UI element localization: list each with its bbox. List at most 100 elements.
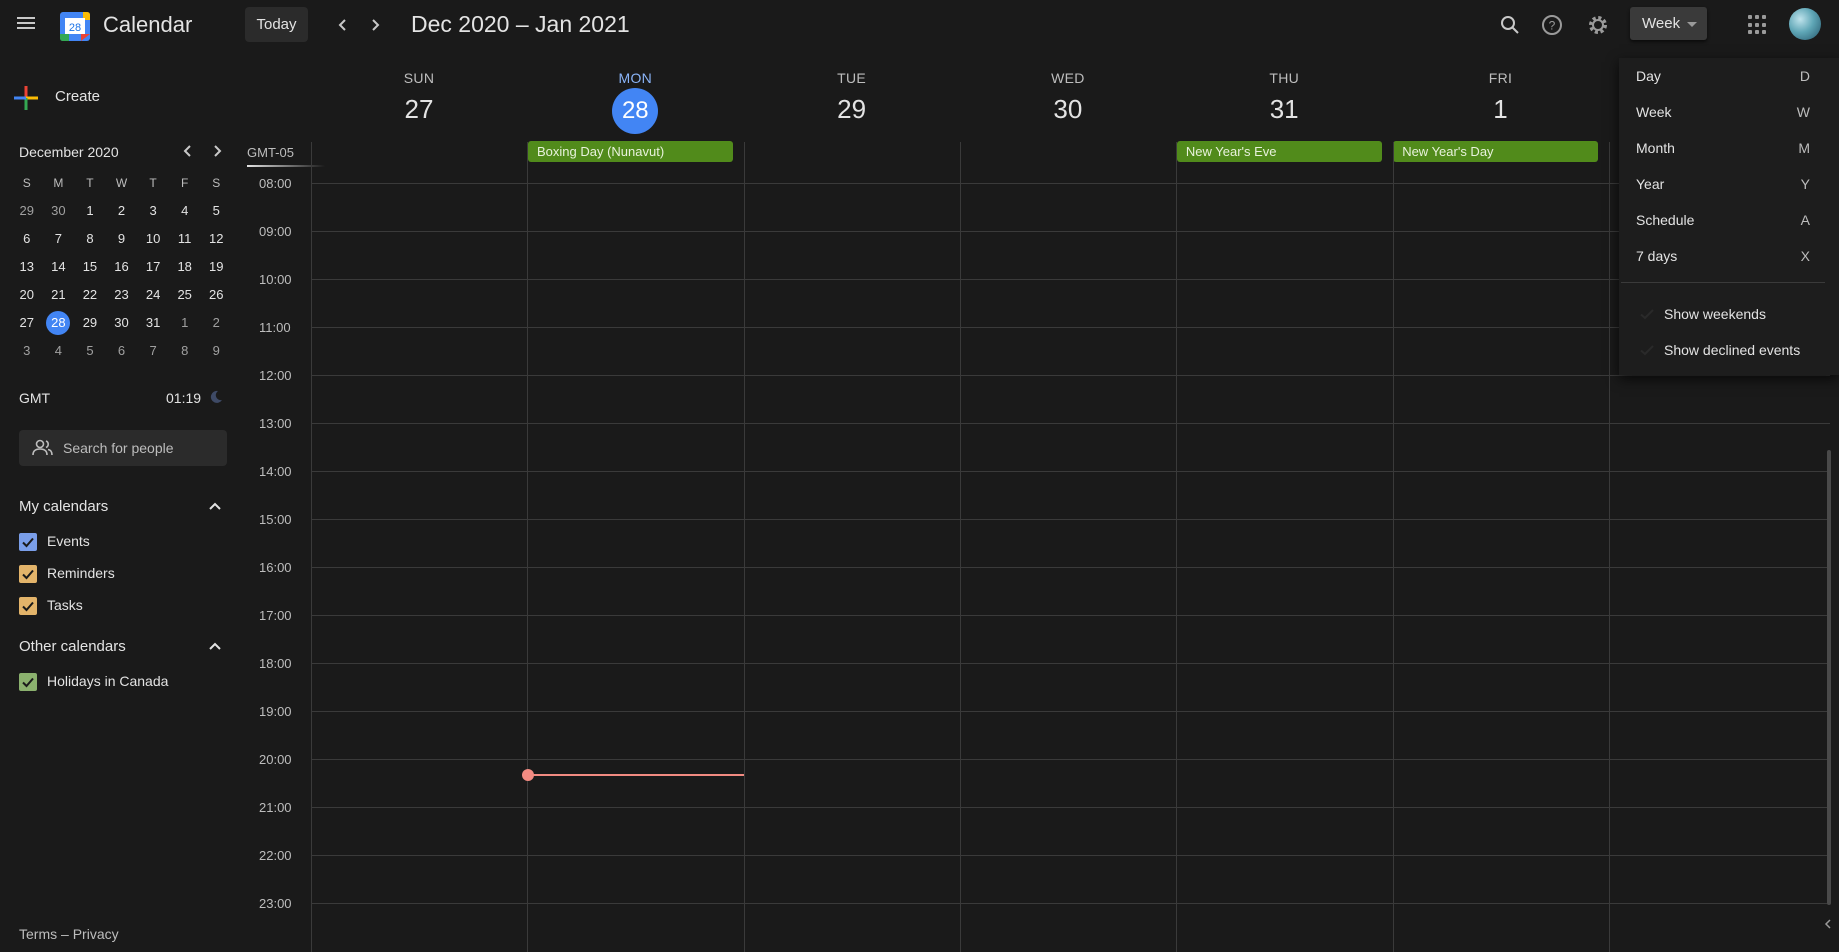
view-menu-item[interactable]: Month M bbox=[1619, 130, 1839, 166]
view-select-dropdown[interactable]: Week bbox=[1630, 7, 1707, 40]
day-header[interactable]: THU 31 bbox=[1176, 70, 1392, 125]
day-header-number[interactable]: 27 bbox=[311, 94, 527, 125]
mini-calendar-day[interactable]: 2 bbox=[106, 197, 138, 225]
mini-calendar-day[interactable]: 19 bbox=[200, 253, 232, 281]
checkbox-checked-icon[interactable] bbox=[19, 565, 37, 583]
chevron-right-icon[interactable] bbox=[363, 13, 387, 37]
mini-calendar-day[interactable]: 4 bbox=[43, 337, 75, 365]
day-column-divider bbox=[743, 142, 745, 952]
day-header[interactable]: TUE 29 bbox=[744, 70, 960, 125]
help-icon[interactable]: ? bbox=[1539, 12, 1565, 38]
mini-next-month-icon[interactable] bbox=[207, 141, 227, 161]
mini-calendar-day[interactable]: 17 bbox=[137, 253, 169, 281]
mini-calendar-day[interactable]: 1 bbox=[169, 309, 201, 337]
privacy-link[interactable]: Privacy bbox=[73, 926, 119, 942]
chevron-left-icon[interactable] bbox=[331, 13, 355, 37]
mini-calendar-day[interactable]: 23 bbox=[106, 281, 138, 309]
week-time-grid[interactable] bbox=[311, 142, 1830, 952]
mini-calendar-day[interactable]: 7 bbox=[43, 225, 75, 253]
mini-calendar-day[interactable]: 22 bbox=[74, 281, 106, 309]
mini-calendar-day[interactable]: 29 bbox=[11, 197, 43, 225]
mini-prev-month-icon[interactable] bbox=[178, 141, 198, 161]
mini-calendar-day[interactable]: 21 bbox=[43, 281, 75, 309]
day-header[interactable]: WED 30 bbox=[960, 70, 1176, 125]
mini-calendar-day[interactable]: 6 bbox=[11, 225, 43, 253]
main-menu-icon[interactable] bbox=[15, 14, 37, 36]
view-menu-item[interactable]: Day D bbox=[1619, 58, 1839, 94]
mini-calendar-day[interactable]: 3 bbox=[11, 337, 43, 365]
mini-calendar-day[interactable]: 26 bbox=[200, 281, 232, 309]
mini-calendar-day[interactable]: 25 bbox=[169, 281, 201, 309]
mini-calendar-day[interactable]: 28 bbox=[43, 309, 75, 337]
mini-calendar-day[interactable]: 5 bbox=[200, 197, 232, 225]
hour-gridline bbox=[311, 855, 1830, 856]
view-menu-toggle[interactable]: Show declined events bbox=[1619, 332, 1839, 368]
calendar-list-item[interactable]: Holidays in Canada bbox=[19, 672, 219, 692]
hour-gridline bbox=[311, 423, 1830, 424]
footer-links: Terms – Privacy bbox=[19, 926, 119, 942]
terms-link[interactable]: Terms bbox=[19, 926, 57, 942]
settings-gear-icon[interactable] bbox=[1585, 12, 1611, 38]
mini-calendar-day[interactable]: 8 bbox=[74, 225, 106, 253]
my-calendars-title[interactable]: My calendars bbox=[19, 498, 108, 515]
mini-calendar-day[interactable]: 3 bbox=[137, 197, 169, 225]
day-header-number[interactable]: 29 bbox=[744, 94, 960, 125]
mini-calendar-day[interactable]: 8 bbox=[169, 337, 201, 365]
mini-calendar-day[interactable]: 9 bbox=[106, 225, 138, 253]
mini-calendar-day[interactable]: 4 bbox=[169, 197, 201, 225]
mini-calendar-day[interactable]: 31 bbox=[137, 309, 169, 337]
day-header-number[interactable]: 30 bbox=[960, 94, 1176, 125]
mini-calendar-day[interactable]: 6 bbox=[106, 337, 138, 365]
today-button[interactable]: Today bbox=[245, 7, 308, 42]
day-header[interactable]: MON 28 bbox=[527, 70, 743, 134]
mini-calendar-day[interactable]: 24 bbox=[137, 281, 169, 309]
mini-calendar-day[interactable]: 12 bbox=[200, 225, 232, 253]
day-header-number[interactable]: 1 bbox=[1393, 94, 1609, 125]
chevron-up-icon[interactable] bbox=[207, 498, 223, 514]
chevron-left-icon[interactable] bbox=[1822, 916, 1834, 932]
chevron-up-icon[interactable] bbox=[207, 638, 223, 654]
day-header[interactable]: SUN 27 bbox=[311, 70, 527, 125]
day-header-number[interactable]: 31 bbox=[1176, 94, 1392, 125]
day-column-divider bbox=[1608, 142, 1610, 952]
checkbox-checked-icon[interactable] bbox=[19, 533, 37, 551]
mini-calendar-day[interactable]: 18 bbox=[169, 253, 201, 281]
mini-calendar-day[interactable]: 9 bbox=[200, 337, 232, 365]
calendar-list-item[interactable]: Reminders bbox=[19, 564, 219, 584]
mini-calendar-day[interactable]: 13 bbox=[11, 253, 43, 281]
mini-calendar-day[interactable]: 5 bbox=[74, 337, 106, 365]
day-header-dow: SUN bbox=[403, 70, 435, 86]
day-header[interactable]: FRI 1 bbox=[1393, 70, 1609, 125]
mini-calendar-day[interactable]: 20 bbox=[11, 281, 43, 309]
mini-calendar-day[interactable]: 2 bbox=[200, 309, 232, 337]
view-menu-item[interactable]: Year Y bbox=[1619, 166, 1839, 202]
view-menu-item[interactable]: Week W bbox=[1619, 94, 1839, 130]
other-calendars-title[interactable]: Other calendars bbox=[19, 638, 126, 655]
mini-calendar-day[interactable]: 29 bbox=[74, 309, 106, 337]
search-icon[interactable] bbox=[1497, 12, 1523, 38]
mini-calendar-day-number: 2 bbox=[117, 203, 126, 218]
calendar-list-item[interactable]: Events bbox=[19, 532, 219, 552]
view-menu-item[interactable]: Schedule A bbox=[1619, 202, 1839, 238]
day-header-number[interactable]: 28 bbox=[612, 88, 659, 134]
view-menu-toggle-label: Show declined events bbox=[1664, 342, 1801, 358]
mini-calendar-day[interactable]: 30 bbox=[43, 197, 75, 225]
calendar-list-item[interactable]: Tasks bbox=[19, 596, 219, 616]
mini-calendar-day[interactable]: 1 bbox=[74, 197, 106, 225]
hour-gridline bbox=[311, 279, 1830, 280]
mini-calendar-day[interactable]: 27 bbox=[11, 309, 43, 337]
view-menu-toggle[interactable]: Show weekends bbox=[1619, 296, 1839, 332]
mini-calendar-day[interactable]: 11 bbox=[169, 225, 201, 253]
mini-calendar-day[interactable]: 30 bbox=[106, 309, 138, 337]
mini-calendar-day[interactable]: 7 bbox=[137, 337, 169, 365]
checkbox-checked-icon[interactable] bbox=[19, 597, 37, 615]
account-avatar[interactable] bbox=[1789, 8, 1821, 40]
checkbox-checked-icon[interactable] bbox=[19, 673, 37, 691]
google-apps-icon[interactable] bbox=[1748, 15, 1768, 35]
mini-calendar-day[interactable]: 15 bbox=[74, 253, 106, 281]
vertical-scrollbar[interactable] bbox=[1827, 450, 1831, 905]
mini-calendar-day[interactable]: 10 bbox=[137, 225, 169, 253]
view-menu-item[interactable]: 7 days X bbox=[1619, 238, 1839, 274]
mini-calendar-day[interactable]: 14 bbox=[43, 253, 75, 281]
mini-calendar-day[interactable]: 16 bbox=[106, 253, 138, 281]
